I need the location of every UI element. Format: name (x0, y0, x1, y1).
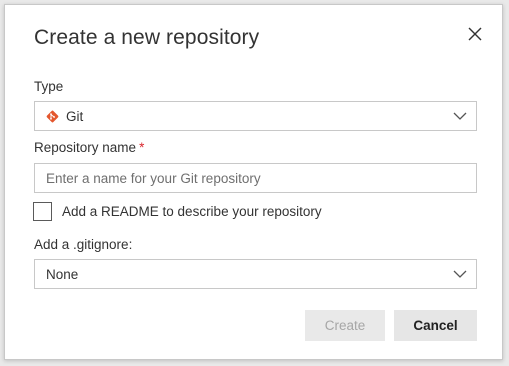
add-readme-label[interactable]: Add a README to describe your repository (62, 204, 322, 219)
repository-name-input[interactable] (34, 163, 477, 193)
gitignore-select[interactable]: None (34, 259, 477, 289)
cancel-button[interactable]: Cancel (394, 310, 477, 341)
dialog-title: Create a new repository (34, 26, 260, 49)
repository-name-label: Repository name * (34, 140, 144, 155)
repository-name-label-text: Repository name (34, 140, 137, 155)
add-readme-checkbox[interactable] (33, 202, 52, 221)
type-select[interactable]: Git (34, 101, 477, 131)
gitignore-select-value: None (46, 267, 79, 282)
git-logo-icon (46, 110, 59, 123)
close-icon (468, 27, 482, 41)
create-repository-dialog: Create a new repository Type Git Reposit… (4, 4, 503, 360)
gitignore-label: Add a .gitignore: (34, 237, 133, 252)
create-button[interactable]: Create (305, 310, 385, 341)
chevron-down-icon (453, 112, 467, 120)
chevron-down-icon (453, 270, 467, 278)
required-marker: * (139, 140, 145, 155)
type-select-value: Git (66, 109, 84, 124)
type-label: Type (34, 79, 64, 94)
close-button[interactable] (463, 22, 487, 46)
